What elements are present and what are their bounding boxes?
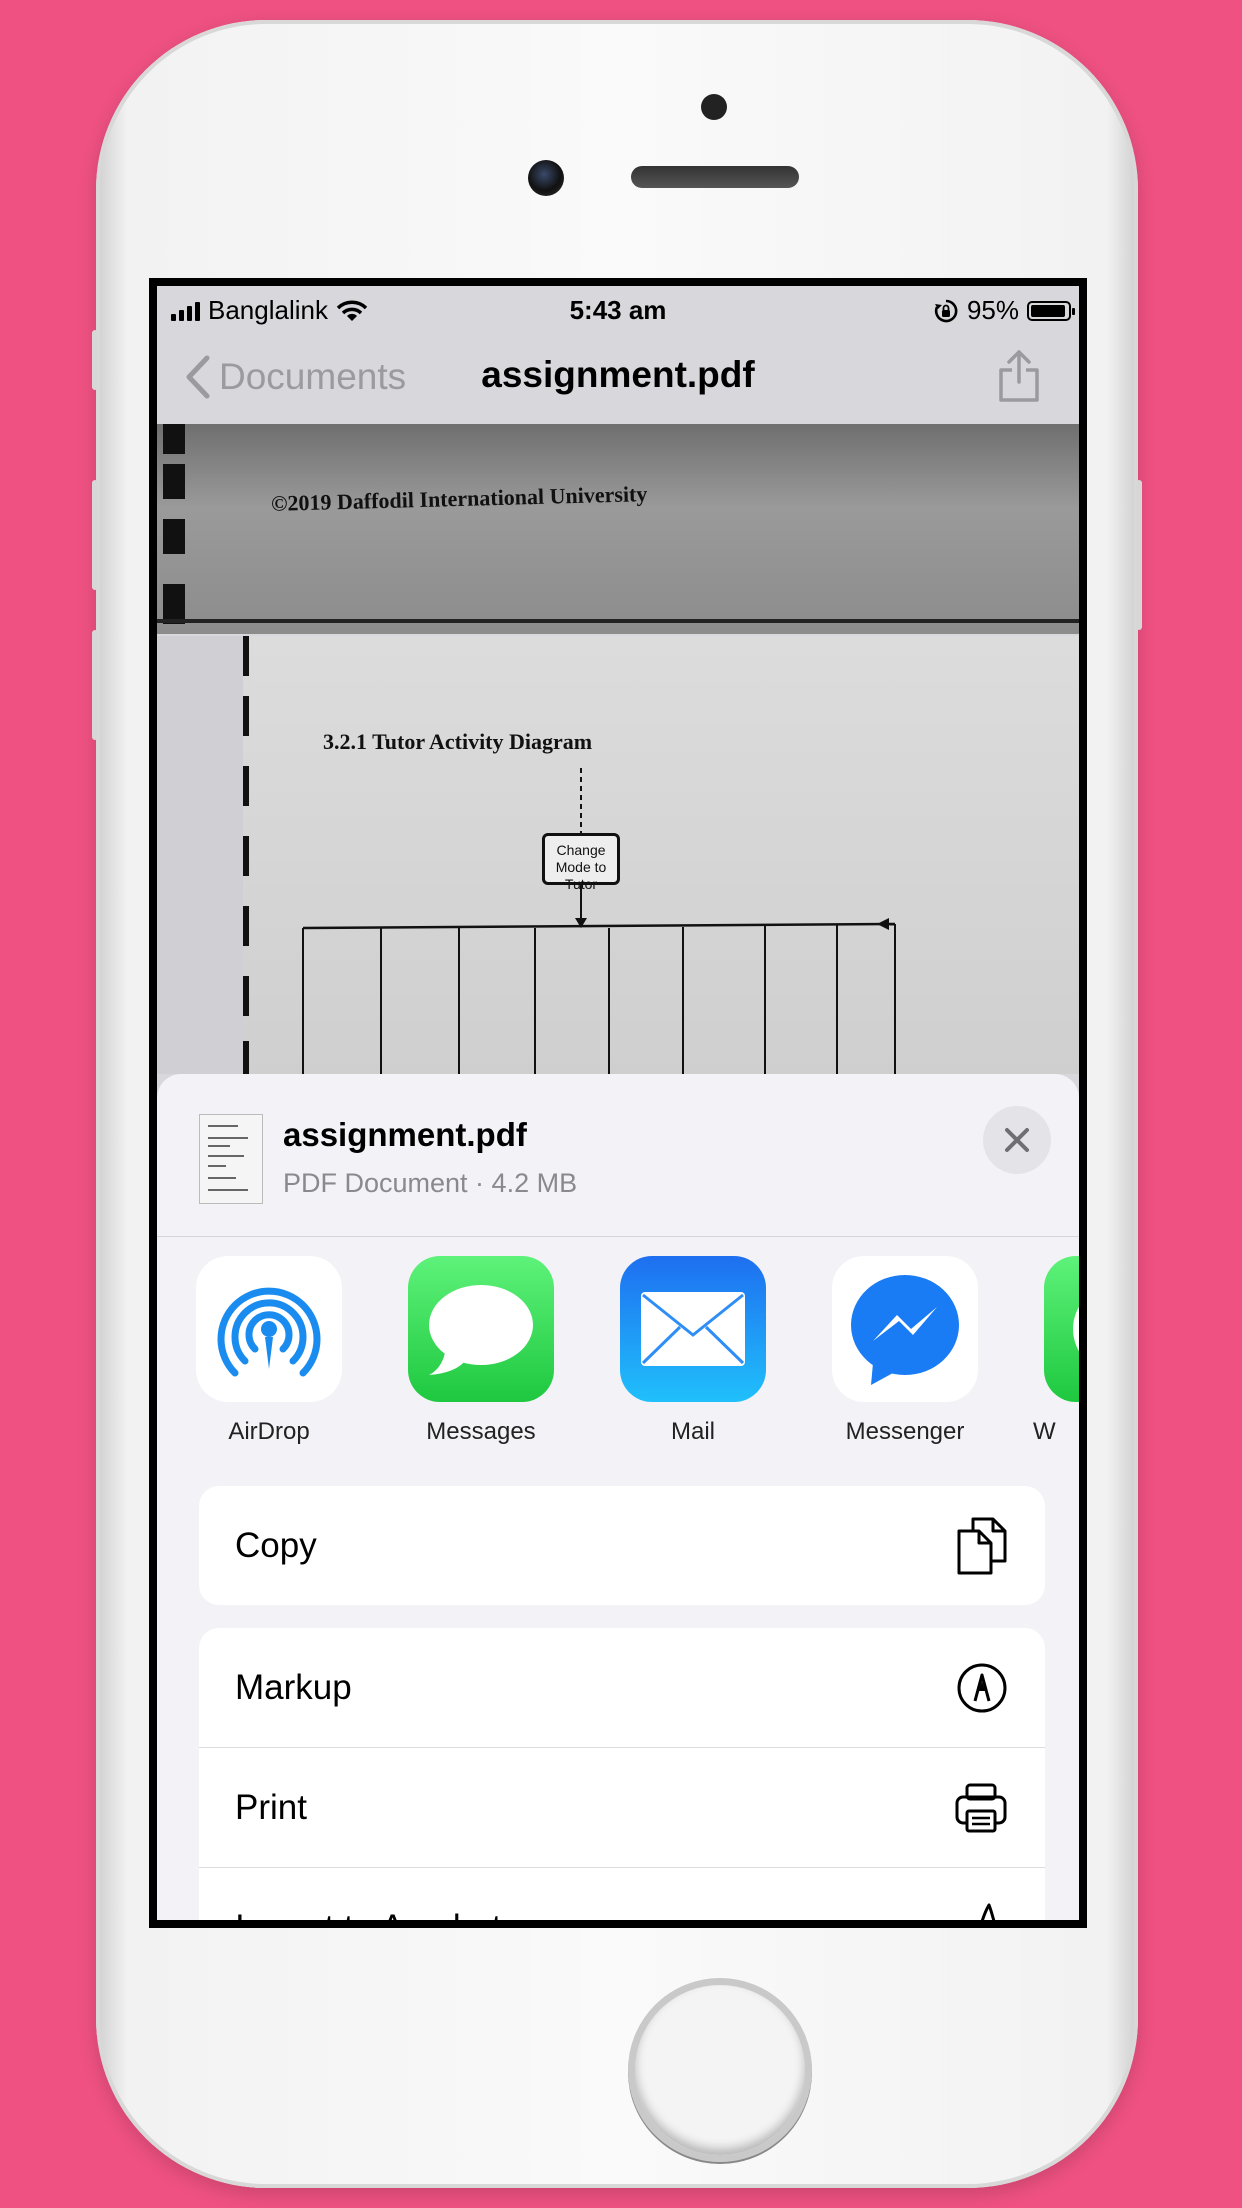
page-title: assignment.pdf [481,354,755,395]
share-app-whatsapp[interactable]: W [1027,1256,1079,1446]
share-sheet: assignment.pdf PDF Document · 4.2 MB Air… [157,1074,1079,1920]
mail-icon [620,1256,766,1402]
file-thumbnail [199,1114,263,1204]
share-app-row: AirDrop Messages Mail Messenger W [157,1256,1079,1456]
file-meta: PDF Document · 4.2 MB [283,1168,578,1198]
battery-percent: 95% [966,295,1019,325]
navigation-bar: Documents assignment.pdf [157,330,1079,424]
home-button[interactable] [628,1978,812,2162]
airdrop-icon [196,1256,342,1402]
action-label: Print [235,1787,307,1827]
proximity-sensor [701,94,727,120]
activity-diagram [243,636,896,1074]
share-app-label: Mail [670,1418,715,1445]
messenger-icon [832,1256,978,1402]
file-name: assignment.pdf [283,1116,527,1153]
actions-group-1: Copy [199,1486,1045,1605]
markup-icon [957,1663,1007,1712]
share-button[interactable] [995,348,1043,409]
whatsapp-icon [1044,1256,1079,1402]
status-bar: Banglalink 5:43 am 95% [157,286,1079,330]
action-label: Markup [235,1667,352,1707]
screen: Banglalink 5:43 am 95% Documents assignm… [149,278,1087,1928]
mute-switch [92,330,98,390]
close-icon [1005,1128,1029,1152]
orientation-lock-icon [934,299,958,322]
print-action[interactable]: Print [199,1748,1045,1868]
page-footer-text: ©2019 Daffodil International University [270,481,648,516]
share-sheet-header: assignment.pdf PDF Document · 4.2 MB [157,1074,1079,1237]
share-icon [999,350,1039,402]
action-label: Copy [235,1525,317,1565]
share-app-label: W [1033,1418,1056,1445]
pdf-page-2: 3.2.1 Tutor Activity Diagram Change Mode… [243,636,1079,1074]
share-app-label: Messages [426,1418,536,1445]
share-app-label: AirDrop [228,1418,310,1445]
pdf-page-1: ©2019 Daffodil International University [157,424,1079,634]
share-app-mail[interactable]: Mail [603,1256,783,1446]
front-camera [528,160,564,196]
acrobat-icon [980,1903,996,1920]
share-app-label: Messenger [845,1418,965,1445]
battery-icon [1027,300,1075,321]
volume-down-button [92,630,98,740]
messages-icon [408,1256,554,1402]
close-button[interactable] [983,1106,1051,1174]
copy-icon [957,1517,1007,1574]
share-app-airdrop[interactable]: AirDrop [179,1256,359,1446]
power-button [1136,480,1142,630]
markup-action[interactable]: Markup [199,1628,1045,1748]
earpiece-speaker [631,166,799,188]
share-app-messages[interactable]: Messages [391,1256,571,1446]
import-acrobat-action[interactable]: Import to Acrobat [199,1868,1045,1920]
action-label: Import to Acrobat [235,1908,502,1921]
pdf-viewer[interactable]: ©2019 Daffodil International University … [157,424,1079,1074]
activity-node: Change Mode to Tutor [542,833,620,892]
actions-group-2: Markup Print [199,1628,1045,1920]
share-app-messenger[interactable]: Messenger [815,1256,995,1446]
volume-up-button [92,480,98,590]
print-icon [955,1783,1007,1832]
copy-action[interactable]: Copy [199,1486,1045,1605]
